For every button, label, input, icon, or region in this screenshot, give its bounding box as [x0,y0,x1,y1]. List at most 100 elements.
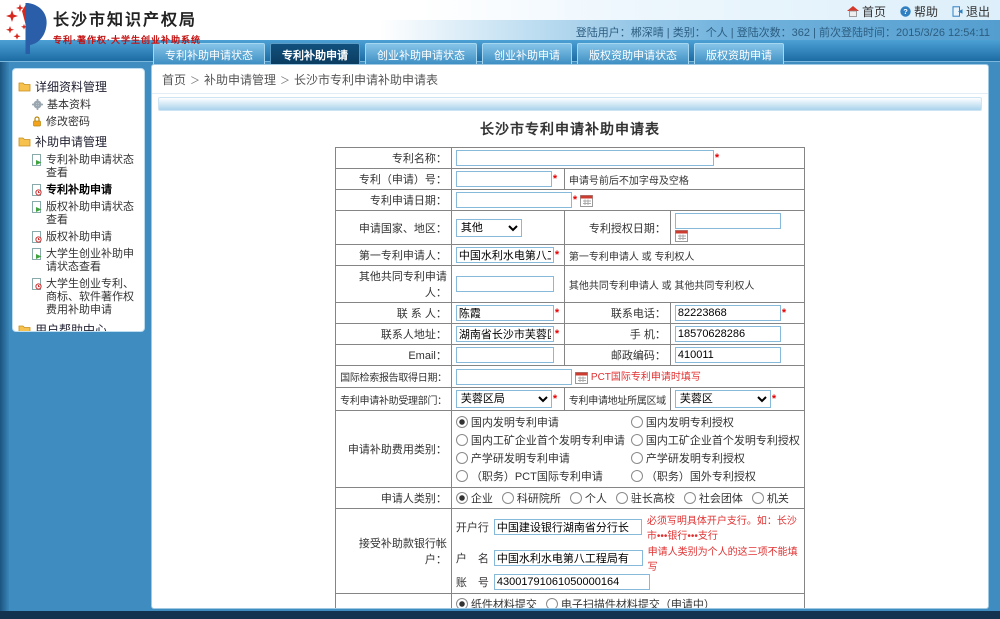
nav-home[interactable]: 首页 [847,3,886,20]
row-patent-name: 专利名称： * [336,148,805,169]
row-applicant-type: 申请人类别： 企业 科研院所 个人 驻长高校 社会团体 机关 [336,488,805,509]
radio-icon [752,492,764,504]
fee-type-label: 申请补助费用类别： [336,411,452,488]
zipcode-label: 邮政编码： [564,345,670,366]
sidebar-item-change-password[interactable]: 修改密码 [32,116,141,129]
patent-no-note: 申请号前后不加字母及空格 [569,176,689,187]
sidebar-item-student-fee-apply[interactable]: 大学生创业专利、商标、软件著作权费用补助申请 [32,278,141,317]
fee-type-option[interactable]: 产学研发明专利申请 [456,450,625,466]
bank-holder-input[interactable] [494,550,643,566]
first-applicant-input[interactable] [456,247,554,263]
row-contact-phone: 联 系 人： * 联系电话： * [336,303,805,324]
breadcrumb-subsidy-mgmt[interactable]: 补助申请管理 [204,73,276,87]
row-first-applicant: 第一专利申请人： * 第一专利申请人 或 专利权人 [336,245,805,266]
login-user-info: 登陆用户：郴深晴 | 类别：个人 | 登陆次数：362 | 前次登陆时间：201… [576,24,990,40]
fee-type-option[interactable]: （职务）PCT国际专利申请 [456,468,625,484]
breadcrumb-current[interactable]: 长沙市专利申请补助申请表 [294,73,438,87]
radio-icon [631,416,643,428]
radio-icon [631,434,643,446]
address-label: 联系人地址： [336,324,452,345]
sidebar-item-student-status-view[interactable]: 大学生创业补助申请状态查看 [32,248,141,274]
row-bank-account: 接受补助款银行帐户： 开户行 必须写明具体开户支行。如：长沙市•••银行•••支… [336,509,805,594]
mobile-input[interactable] [675,326,781,342]
sidebar-item-basic-info[interactable]: 基本资料 [32,99,141,112]
applicant-type-option[interactable]: 科研院所 [502,490,561,506]
bank-holder-line: 户 名 申请人类别为个人的这三项不能填写 [456,543,800,573]
search-report-input[interactable] [456,369,572,385]
calendar-icon[interactable] [580,194,593,207]
region-label: 专利申请地址所属区域 [564,388,670,411]
applicant-type-option[interactable]: 机关 [752,490,789,506]
applicant-type-label: 申请人类别： [336,488,452,509]
fee-type-option[interactable]: 国内发明专利授权 [631,414,800,430]
org-name: 长沙市知识产权局 [53,6,201,30]
co-applicant-note: 其他共同专利申请人 或 其他共同专利权人 [569,281,755,292]
doc-edit-icon [32,231,42,243]
doc-edit-icon [32,278,42,290]
sidebar-item-patent-apply[interactable]: 专利补助申请 [32,184,141,197]
site-logo: 长沙市知识产权局 专利·著作权·大学生创业补助系统 [4,2,201,56]
logout-icon [952,6,963,17]
calendar-icon[interactable] [575,371,588,384]
patent-name-input[interactable] [456,150,714,166]
email-input[interactable] [456,347,554,363]
sidebar-section-subsidy: 补助申请管理 [18,133,139,150]
country-select[interactable]: 其他 [456,219,522,237]
zipcode-input[interactable] [675,347,781,363]
search-report-label: 国际检索报告取得日期： [336,366,452,388]
radio-icon [456,434,468,446]
radio-icon [546,598,558,609]
applicant-type-option[interactable]: 企业 [456,490,493,506]
address-input[interactable] [456,326,554,342]
logo-mark-icon [4,2,50,56]
country-label: 申请国家、地区： [336,211,452,245]
row-co-applicant: 其他共同专利申请人： 其他共同专利申请人 或 其他共同专利权人 [336,266,805,303]
phone-input[interactable] [675,305,781,321]
grant-date-label: 专利授权日期： [564,211,670,245]
folder-icon [18,324,31,332]
bank-branch-line: 开户行 必须写明具体开户支行。如：长沙市•••银行•••支行 [456,512,800,542]
bank-branch-input[interactable] [494,519,642,535]
dept-select[interactable]: 芙蓉区局 [456,390,552,408]
radio-icon [456,452,468,464]
bank-number-input[interactable] [494,574,650,590]
sidebar: 详细资料管理 基本资料 修改密码 补助申请管理 专利补助申请状态查看 专利补助申… [12,68,145,332]
material-option[interactable]: 纸件材料提交 [456,596,537,609]
sidebar-item-patent-status-view[interactable]: 专利补助申请状态查看 [32,154,141,180]
applicant-type-options: 企业 科研院所 个人 驻长高校 社会团体 机关 [456,490,800,506]
nav-logout[interactable]: 退出 [952,3,990,20]
region-select[interactable]: 芙蓉区 [675,390,771,408]
bank-label: 接受补助款银行帐户： [336,509,452,594]
fee-type-option[interactable]: 国内工矿企业首个发明专利授权 [631,432,800,448]
folder-icon [18,136,31,147]
sidebar-item-copyright-apply[interactable]: 版权补助申请 [32,231,141,244]
co-applicant-input[interactable] [456,276,554,292]
fee-type-option[interactable]: （职务）国外专利授权 [631,468,800,484]
applicant-type-option[interactable]: 个人 [570,490,607,506]
applicant-type-option[interactable]: 驻长高校 [616,490,675,506]
sidebar-item-copyright-status-view[interactable]: 版权补助申请状态查看 [32,201,141,227]
top-nav: 首页 ? 帮助 退出 [847,3,990,20]
fee-type-option[interactable]: 产学研发明专利授权 [631,450,800,466]
doc-status-icon [32,201,42,213]
first-applicant-label: 第一专利申请人： [336,245,452,266]
applicant-type-option[interactable]: 社会团体 [684,490,743,506]
breadcrumb-home[interactable]: 首页 [162,73,186,87]
fee-type-option[interactable]: 国内工矿企业首个发明专利申请 [456,432,625,448]
row-address-mobile: 联系人地址： * 手 机： [336,324,805,345]
radio-icon [456,492,468,504]
apply-date-input[interactable] [456,192,572,208]
grant-date-input[interactable] [675,213,781,229]
bottom-bar [0,611,1000,619]
fee-type-option[interactable]: 国内发明专利申请 [456,414,625,430]
calendar-icon[interactable] [675,229,688,242]
row-fee-type: 申请补助费用类别： 国内发明专利申请 国内发明专利授权 国内工矿企业首个发明专利… [336,411,805,488]
contact-input[interactable] [456,305,554,321]
material-option[interactable]: 电子扫描件材料提交（申请中） [546,596,715,609]
patent-no-input[interactable] [456,171,552,187]
doc-status-icon [32,248,42,260]
mobile-label: 手 机： [564,324,670,345]
sidebar-section-profile: 详细资料管理 [18,78,139,95]
row-search-report-date: 国际检索报告取得日期： PCT国际专利申请时填写 [336,366,805,388]
nav-help[interactable]: ? 帮助 [900,3,938,20]
